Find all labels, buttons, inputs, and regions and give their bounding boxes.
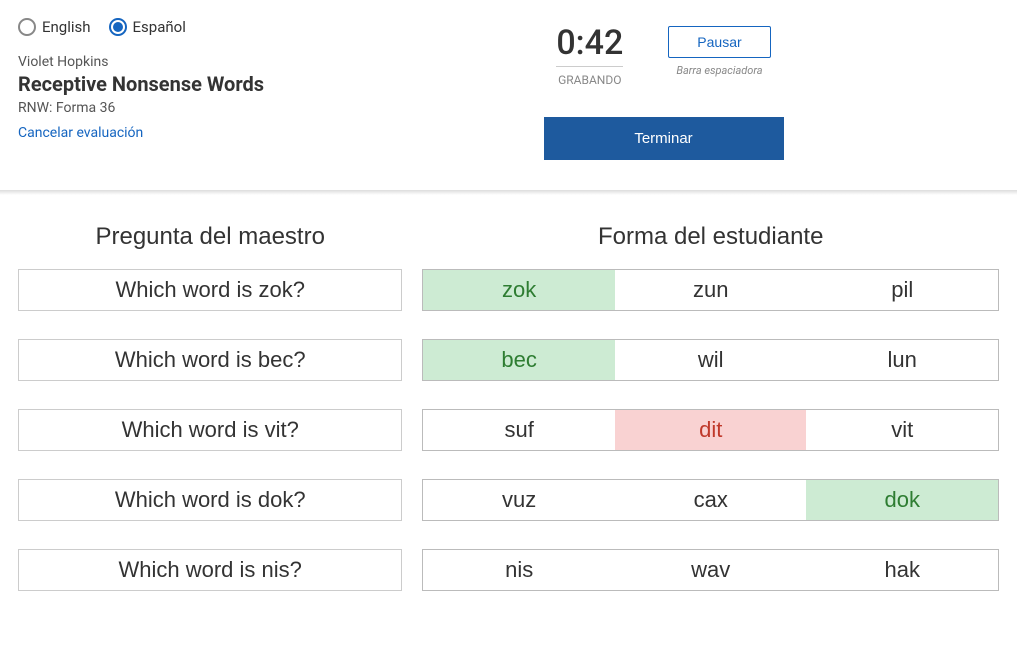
answer-option[interactable]: wil <box>615 340 807 380</box>
timer-block: 0:42 GRABANDO <box>556 26 623 87</box>
student-name: Violet Hopkins <box>18 54 328 70</box>
student-answer-row: niswavhak <box>422 549 999 591</box>
teacher-question: Which word is vit? <box>18 409 402 451</box>
answer-option[interactable]: cax <box>615 480 807 520</box>
radio-outer-icon <box>109 18 127 36</box>
answer-option[interactable]: vit <box>806 410 998 450</box>
answer-option[interactable]: lun <box>806 340 998 380</box>
pause-button[interactable]: Pausar <box>668 26 770 58</box>
teacher-question: Which word is bec? <box>18 339 402 381</box>
answer-option[interactable]: nis <box>423 550 615 590</box>
lang-radio-espanol[interactable]: Español <box>109 18 186 36</box>
student-answer-row: becwillun <box>422 339 999 381</box>
lang-label-espanol: Español <box>133 18 186 36</box>
radio-outer-icon <box>18 18 36 36</box>
form-id: RNW: Forma 36 <box>18 100 328 116</box>
answer-option[interactable]: pil <box>806 270 998 310</box>
lang-label-english: English <box>42 18 91 36</box>
answer-option[interactable]: suf <box>423 410 615 450</box>
timer-value: 0:42 <box>556 26 623 60</box>
recording-status: GRABANDO <box>556 66 623 87</box>
cancel-link[interactable]: Cancelar evaluación <box>18 125 143 141</box>
radio-inner-icon <box>113 22 123 32</box>
student-form-header: Forma del estudiante <box>422 223 999 251</box>
teacher-question: Which word is zok? <box>18 269 402 311</box>
radio-inner-icon <box>22 22 32 32</box>
language-selector: English Español <box>18 18 328 36</box>
answer-option[interactable]: zun <box>615 270 807 310</box>
spacebar-hint: Barra espaciadora <box>668 64 770 77</box>
answer-option[interactable]: dit <box>615 410 807 450</box>
lang-radio-english[interactable]: English <box>18 18 91 36</box>
assessment-title: Receptive Nonsense Words <box>18 72 328 96</box>
teacher-question-header: Pregunta del maestro <box>18 223 402 251</box>
teacher-question: Which word is nis? <box>18 549 402 591</box>
answer-option[interactable]: dok <box>806 480 998 520</box>
student-answer-row: zokzunpil <box>422 269 999 311</box>
teacher-question: Which word is dok? <box>18 479 402 521</box>
student-answer-row: sufditvit <box>422 409 999 451</box>
finish-button[interactable]: Terminar <box>544 117 784 160</box>
answer-option[interactable]: vuz <box>423 480 615 520</box>
answer-option[interactable]: bec <box>423 340 615 380</box>
student-answer-row: vuzcaxdok <box>422 479 999 521</box>
answer-option[interactable]: hak <box>806 550 998 590</box>
answer-option[interactable]: zok <box>423 270 615 310</box>
answer-option[interactable]: wav <box>615 550 807 590</box>
